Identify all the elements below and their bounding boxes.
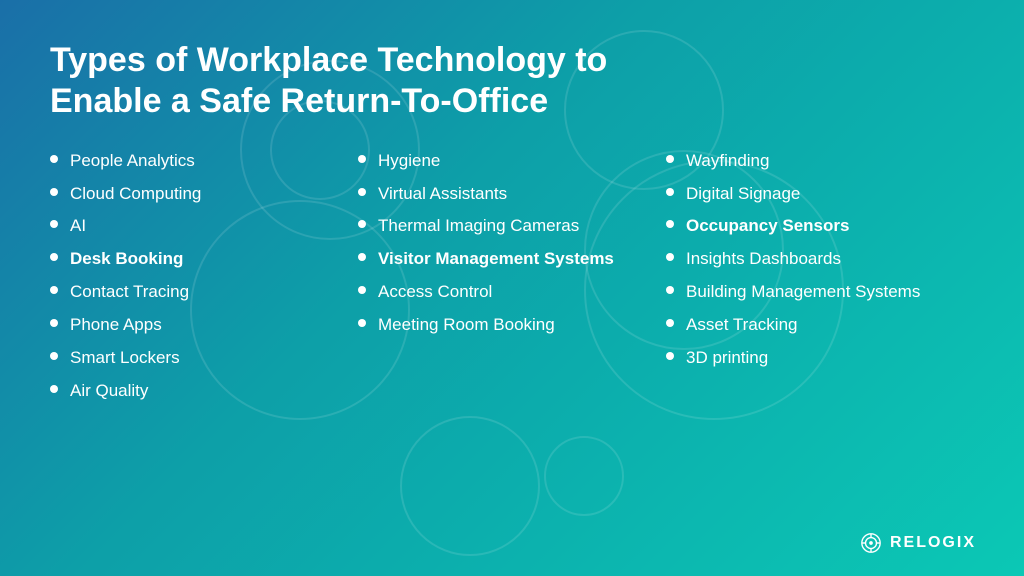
item-text: Building Management Systems [686, 281, 920, 304]
item-text: Virtual Assistants [378, 183, 507, 206]
list-item: 3D printing [666, 347, 964, 370]
list-item: Insights Dashboards [666, 248, 964, 271]
bullet-icon [358, 286, 366, 294]
bullet-icon [50, 286, 58, 294]
bullet-icon [50, 155, 58, 163]
column-1: People Analytics Cloud Computing AI Desk Bo… [50, 150, 358, 414]
list-item: Asset Tracking [666, 314, 964, 337]
relogix-logo-icon [860, 532, 882, 554]
bullet-icon [50, 220, 58, 228]
logo-area: RELOGIX [860, 532, 976, 554]
bullet-icon [666, 220, 674, 228]
item-text: 3D printing [686, 347, 768, 370]
item-text: AI [70, 215, 86, 238]
title-line2: Enable a Safe Return-To-Office [50, 82, 548, 120]
item-text: Asset Tracking [686, 314, 798, 337]
item-text: Air Quality [70, 380, 148, 403]
page-background: Types of Workplace Technology to Enable … [0, 0, 1024, 576]
column-3: Wayfinding Digital Signage Occupancy Senso… [666, 150, 974, 414]
list-item: Cloud Computing [50, 183, 348, 206]
list-item: Wayfinding [666, 150, 964, 173]
item-text: Smart Lockers [70, 347, 180, 370]
deco-ci-3 [544, 436, 624, 516]
bullet-icon [358, 188, 366, 196]
list-item: People Analytics [50, 150, 348, 173]
list-item: Building Management Systems [666, 281, 964, 304]
item-text: Occupancy Sensors [686, 215, 849, 238]
column-2: Hygiene Virtual Assistants Thermal Imaging… [358, 150, 666, 414]
list-item: Occupancy Sensors [666, 215, 964, 238]
item-text: Contact Tracing [70, 281, 189, 304]
list-item: Air Quality [50, 380, 348, 403]
item-text: Visitor Management Systems [378, 248, 614, 271]
list-item: Access Control [358, 281, 656, 304]
bullet-icon [50, 253, 58, 261]
list-item: Phone Apps [50, 314, 348, 337]
bullet-icon [666, 155, 674, 163]
list-item: Desk Booking [50, 248, 348, 271]
bullet-icon [50, 385, 58, 393]
list-item: Meeting Room Booking [358, 314, 656, 337]
list-item: Contact Tracing [50, 281, 348, 304]
item-text: Thermal Imaging Cameras [378, 215, 579, 238]
item-text: Digital Signage [686, 183, 800, 206]
item-text: Desk Booking [70, 248, 183, 271]
deco-circle-5 [400, 416, 540, 556]
bullet-icon [50, 352, 58, 360]
item-text: Hygiene [378, 150, 440, 173]
bullet-icon [50, 188, 58, 196]
item-text: Meeting Room Booking [378, 314, 555, 337]
bullet-icon [666, 253, 674, 261]
bullet-icon [50, 319, 58, 327]
bullet-icon [666, 188, 674, 196]
list-item: Hygiene [358, 150, 656, 173]
item-text: Cloud Computing [70, 183, 201, 206]
content-columns: People Analytics Cloud Computing AI Desk Bo… [50, 150, 974, 414]
list-item: Smart Lockers [50, 347, 348, 370]
bullet-icon [666, 319, 674, 327]
bullet-icon [358, 155, 366, 163]
item-text: Insights Dashboards [686, 248, 841, 271]
list-item: Virtual Assistants [358, 183, 656, 206]
list-item: AI [50, 215, 348, 238]
item-text: Wayfinding [686, 150, 769, 173]
list-item: Visitor Management Systems [358, 248, 656, 271]
bullet-icon [358, 319, 366, 327]
bullet-icon [358, 253, 366, 261]
bullet-icon [666, 286, 674, 294]
logo-text: RELOGIX [890, 534, 976, 552]
title-line1: Types of Workplace Technology to [50, 41, 607, 79]
item-text: Phone Apps [70, 314, 162, 337]
list-item: Digital Signage [666, 183, 964, 206]
page-title: Types of Workplace Technology to Enable … [50, 40, 650, 122]
bullet-icon [358, 220, 366, 228]
item-text: People Analytics [70, 150, 195, 173]
list-item: Thermal Imaging Cameras [358, 215, 656, 238]
bullet-icon [666, 352, 674, 360]
item-text: Access Control [378, 281, 492, 304]
